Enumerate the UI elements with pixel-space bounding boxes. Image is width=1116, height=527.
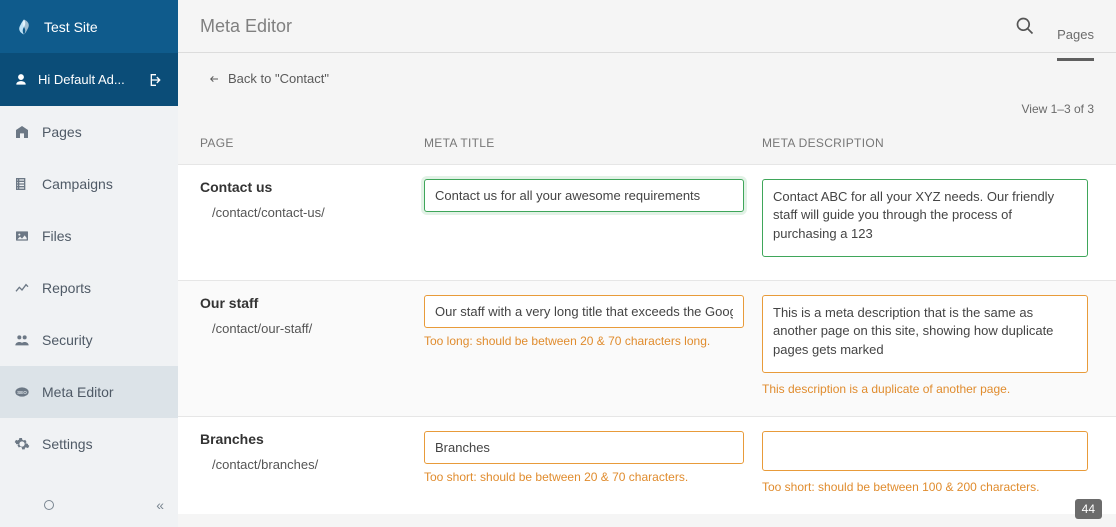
back-link[interactable]: Back to "Contact" bbox=[208, 71, 329, 86]
campaigns-icon bbox=[14, 176, 30, 192]
user-icon bbox=[14, 73, 28, 87]
meta-title-input[interactable] bbox=[424, 431, 744, 464]
collapse-icon[interactable]: « bbox=[156, 497, 162, 513]
sidebar-item-label: Settings bbox=[42, 436, 93, 452]
logo-icon bbox=[14, 17, 34, 37]
main: Meta Editor Pages Back to "Contact" View… bbox=[178, 0, 1116, 527]
seo-icon: SEO bbox=[14, 384, 30, 400]
user-bar: Hi Default Ad... bbox=[0, 53, 178, 106]
sidebar-item-security[interactable]: Security bbox=[0, 314, 178, 366]
sidebar-item-settings[interactable]: Settings bbox=[0, 418, 178, 470]
nav: Pages Campaigns Files Reports Security S… bbox=[0, 106, 178, 483]
sidebar-item-label: Files bbox=[42, 228, 72, 244]
user-greeting: Hi Default Ad... bbox=[38, 72, 125, 87]
desc-hint: Too short: should be between 100 & 200 c… bbox=[762, 480, 1088, 494]
gear-icon bbox=[14, 436, 30, 452]
files-icon bbox=[14, 228, 30, 244]
page-header: Meta Editor Pages bbox=[178, 0, 1116, 53]
col-head-page: PAGE bbox=[188, 136, 424, 150]
desc-hint: This description is a duplicate of anoth… bbox=[762, 382, 1088, 396]
meta-title-input[interactable] bbox=[424, 179, 744, 212]
meta-desc-input[interactable] bbox=[762, 431, 1088, 471]
sidebar-item-reports[interactable]: Reports bbox=[0, 262, 178, 314]
page-url: /contact/contact-us/ bbox=[200, 205, 424, 220]
help-icon[interactable] bbox=[44, 500, 54, 510]
pages-icon bbox=[14, 124, 30, 140]
meta-title-input[interactable] bbox=[424, 295, 744, 328]
brand[interactable]: Test Site bbox=[0, 0, 178, 53]
sidebar-item-label: Reports bbox=[42, 280, 91, 296]
view-count: View 1–3 of 3 bbox=[178, 98, 1116, 126]
logout-icon[interactable] bbox=[148, 72, 164, 88]
page-title: Meta Editor bbox=[200, 16, 292, 37]
sidebar-item-campaigns[interactable]: Campaigns bbox=[0, 158, 178, 210]
sidebar-item-pages[interactable]: Pages bbox=[0, 106, 178, 158]
meta-desc-input[interactable] bbox=[762, 295, 1088, 373]
security-icon bbox=[14, 332, 30, 348]
page-name: Contact us bbox=[200, 179, 424, 195]
sidebar-footer: « bbox=[0, 483, 178, 527]
sidebar-item-label: Security bbox=[42, 332, 93, 348]
back-icon bbox=[208, 73, 220, 85]
sidebar: Test Site Hi Default Ad... Pages Campaig… bbox=[0, 0, 178, 527]
page-url: /contact/branches/ bbox=[200, 457, 424, 472]
title-hint: Too short: should be between 20 & 70 cha… bbox=[424, 470, 744, 484]
table-header: PAGE META TITLE META DESCRIPTION bbox=[178, 126, 1116, 164]
page-url: /contact/our-staff/ bbox=[200, 321, 424, 336]
sidebar-item-files[interactable]: Files bbox=[0, 210, 178, 262]
table-row: Our staff /contact/our-staff/ Too long: … bbox=[178, 280, 1116, 416]
page-name: Branches bbox=[200, 431, 424, 447]
count-badge: 44 bbox=[1075, 499, 1102, 519]
meta-desc-input[interactable] bbox=[762, 179, 1088, 257]
svg-text:SEO: SEO bbox=[17, 390, 27, 395]
brand-name: Test Site bbox=[44, 19, 98, 35]
back-label: Back to "Contact" bbox=[228, 71, 329, 86]
col-head-desc: META DESCRIPTION bbox=[762, 136, 1106, 150]
page-name: Our staff bbox=[200, 295, 424, 311]
search-icon[interactable] bbox=[1015, 16, 1035, 36]
sidebar-item-label: Meta Editor bbox=[42, 384, 114, 400]
reports-icon bbox=[14, 280, 30, 296]
title-hint: Too long: should be between 20 & 70 char… bbox=[424, 334, 744, 348]
col-head-title: META TITLE bbox=[424, 136, 762, 150]
table-row: Contact us /contact/contact-us/ bbox=[178, 164, 1116, 280]
table-row: Branches /contact/branches/ Too short: s… bbox=[178, 416, 1116, 514]
sidebar-item-meta-editor[interactable]: SEO Meta Editor bbox=[0, 366, 178, 418]
sidebar-item-label: Campaigns bbox=[42, 176, 113, 192]
sidebar-item-label: Pages bbox=[42, 124, 82, 140]
back-link-wrap: Back to "Contact" bbox=[178, 53, 1116, 98]
